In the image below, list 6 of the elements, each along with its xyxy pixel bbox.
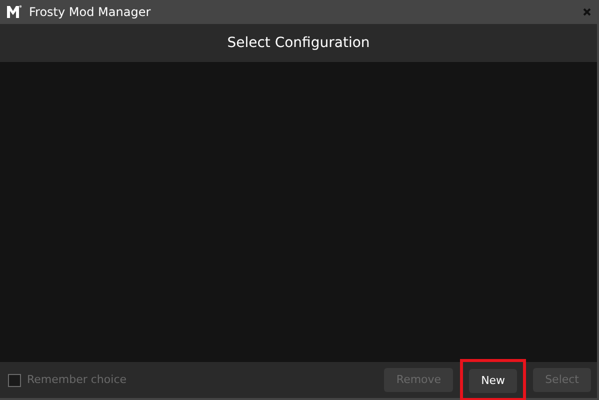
dialog-button[interactable]: New — [469, 369, 518, 394]
close-icon[interactable] — [583, 8, 591, 16]
app-logo-icon — [6, 5, 22, 19]
checkbox-label: Remember choice — [27, 372, 127, 388]
window-title: Frosty Mod Manager — [29, 4, 151, 21]
dialog-heading: Select Configuration — [227, 34, 370, 52]
